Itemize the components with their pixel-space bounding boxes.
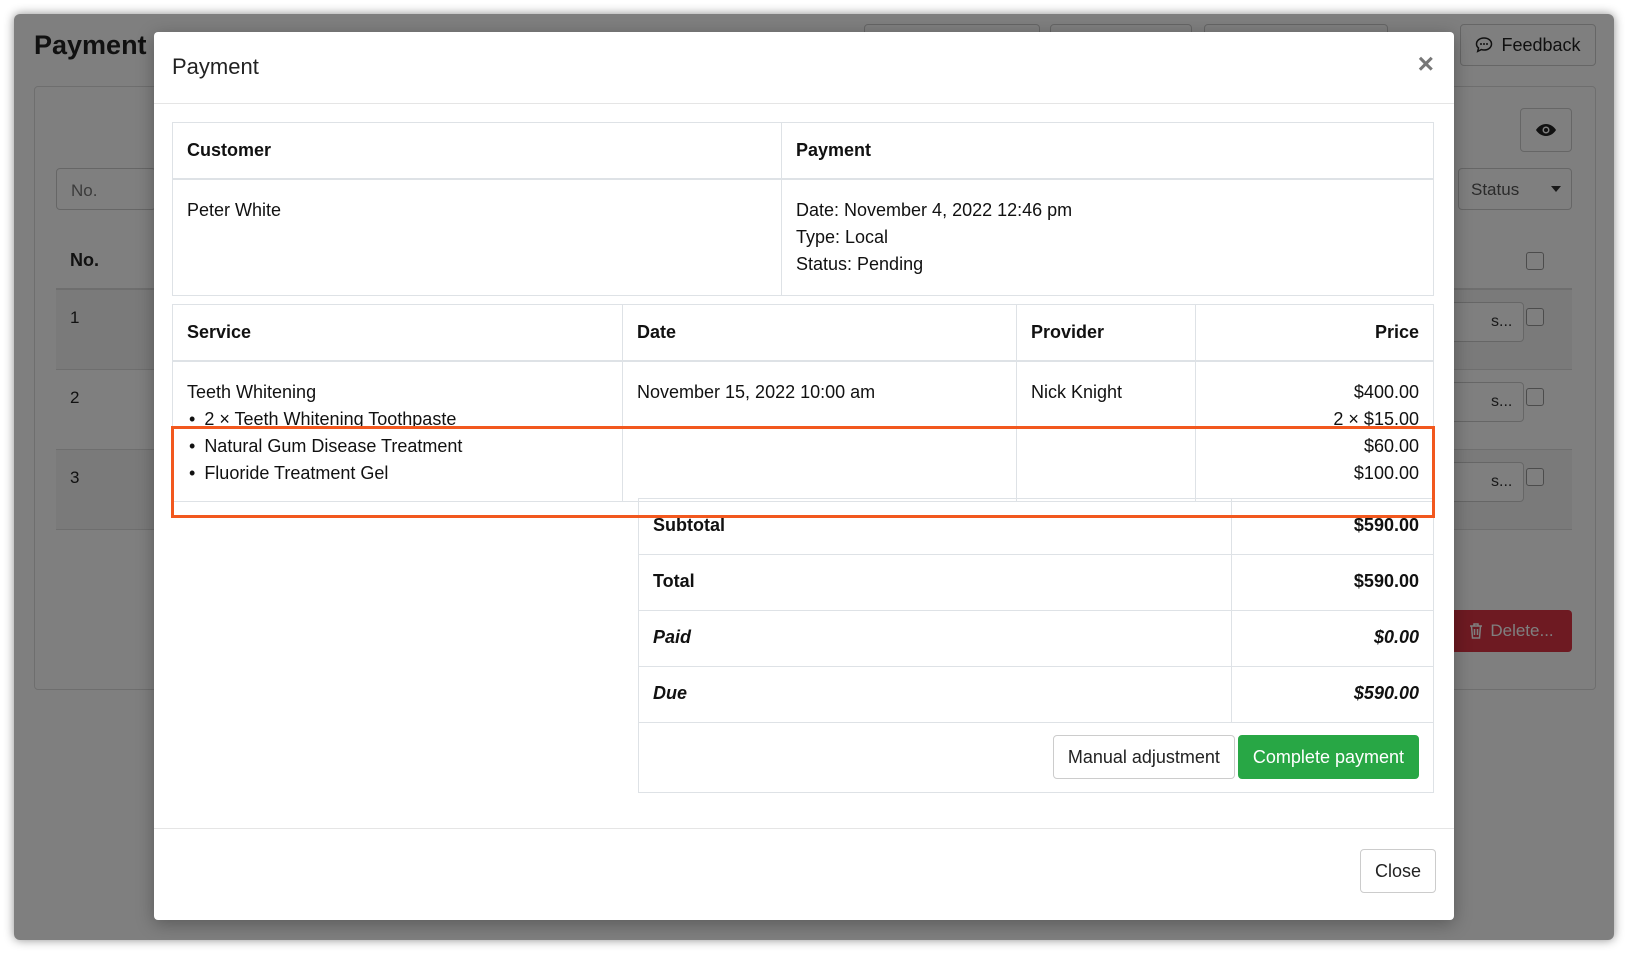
payment-status: Status: Pending (796, 254, 924, 274)
service-cell: Teeth Whitening 2 × Teeth Whitening Toot… (172, 360, 623, 502)
table-row: Teeth Whitening 2 × Teeth Whitening Toot… (172, 360, 1434, 502)
due-amount: $590.00 (1231, 666, 1434, 723)
paid-label: Paid (638, 610, 1232, 667)
service-price: $400.00 (1353, 382, 1419, 402)
due-label: Due (638, 666, 1232, 723)
date-header: Date (622, 304, 1017, 362)
extras-list: 2 × Teeth Whitening Toothpaste Natural G… (187, 406, 608, 487)
services-table: Service Date Provider Price Teeth Whiten… (172, 304, 1434, 502)
customer-header: Customer (172, 122, 782, 180)
payment-date: Date: November 4, 2022 12:46 pm (796, 200, 1073, 220)
modal-footer: Close (154, 828, 1454, 920)
service-date: November 15, 2022 10:00 am (622, 360, 1017, 502)
totals-table: Subtotal $590.00 Total $590.00 Paid $0.0… (638, 498, 1434, 793)
manual-adjustment-button[interactable]: Manual adjustment (1052, 735, 1235, 779)
paid-amount: $0.00 (1231, 610, 1434, 667)
extra-price: $60.00 (1363, 436, 1419, 456)
list-item: Natural Gum Disease Treatment (187, 433, 608, 460)
payment-header: Payment (781, 122, 1434, 180)
modal-header: Payment × (154, 32, 1454, 104)
payment-modal: Payment × Customer Payment Peter White D… (154, 32, 1454, 920)
payment-actions: Manual adjustment Complete payment (638, 722, 1434, 793)
close-icon[interactable]: × (1418, 50, 1434, 78)
extra-price: 2 × $15.00 (1333, 409, 1419, 429)
list-item: Fluoride Treatment Gel (187, 460, 608, 487)
price-header: Price (1195, 304, 1434, 362)
list-item: 2 × Teeth Whitening Toothpaste (187, 406, 608, 433)
customer-payment-table: Customer Payment Peter White Date: Novem… (172, 122, 1434, 296)
price-cell: $400.00 2 × $15.00 $60.00 $100.00 (1195, 360, 1434, 502)
payment-details: Date: November 4, 2022 12:46 pm Type: Lo… (781, 178, 1434, 296)
modal-title: Payment (172, 54, 259, 79)
extra-price: $100.00 (1353, 463, 1419, 483)
app-window: Payment Feedback No. Status No. 1 s... 2… (14, 14, 1614, 940)
service-provider: Nick Knight (1016, 360, 1196, 502)
customer-name: Peter White (172, 178, 782, 296)
subtotal-label: Subtotal (638, 498, 1232, 555)
close-button[interactable]: Close (1359, 849, 1436, 893)
complete-payment-button[interactable]: Complete payment (1237, 735, 1419, 779)
provider-header: Provider (1016, 304, 1196, 362)
service-header: Service (172, 304, 623, 362)
subtotal-amount: $590.00 (1231, 498, 1434, 555)
service-name: Teeth Whitening (187, 382, 317, 402)
total-amount: $590.00 (1231, 554, 1434, 611)
total-label: Total (638, 554, 1232, 611)
payment-type: Type: Local (796, 227, 889, 247)
